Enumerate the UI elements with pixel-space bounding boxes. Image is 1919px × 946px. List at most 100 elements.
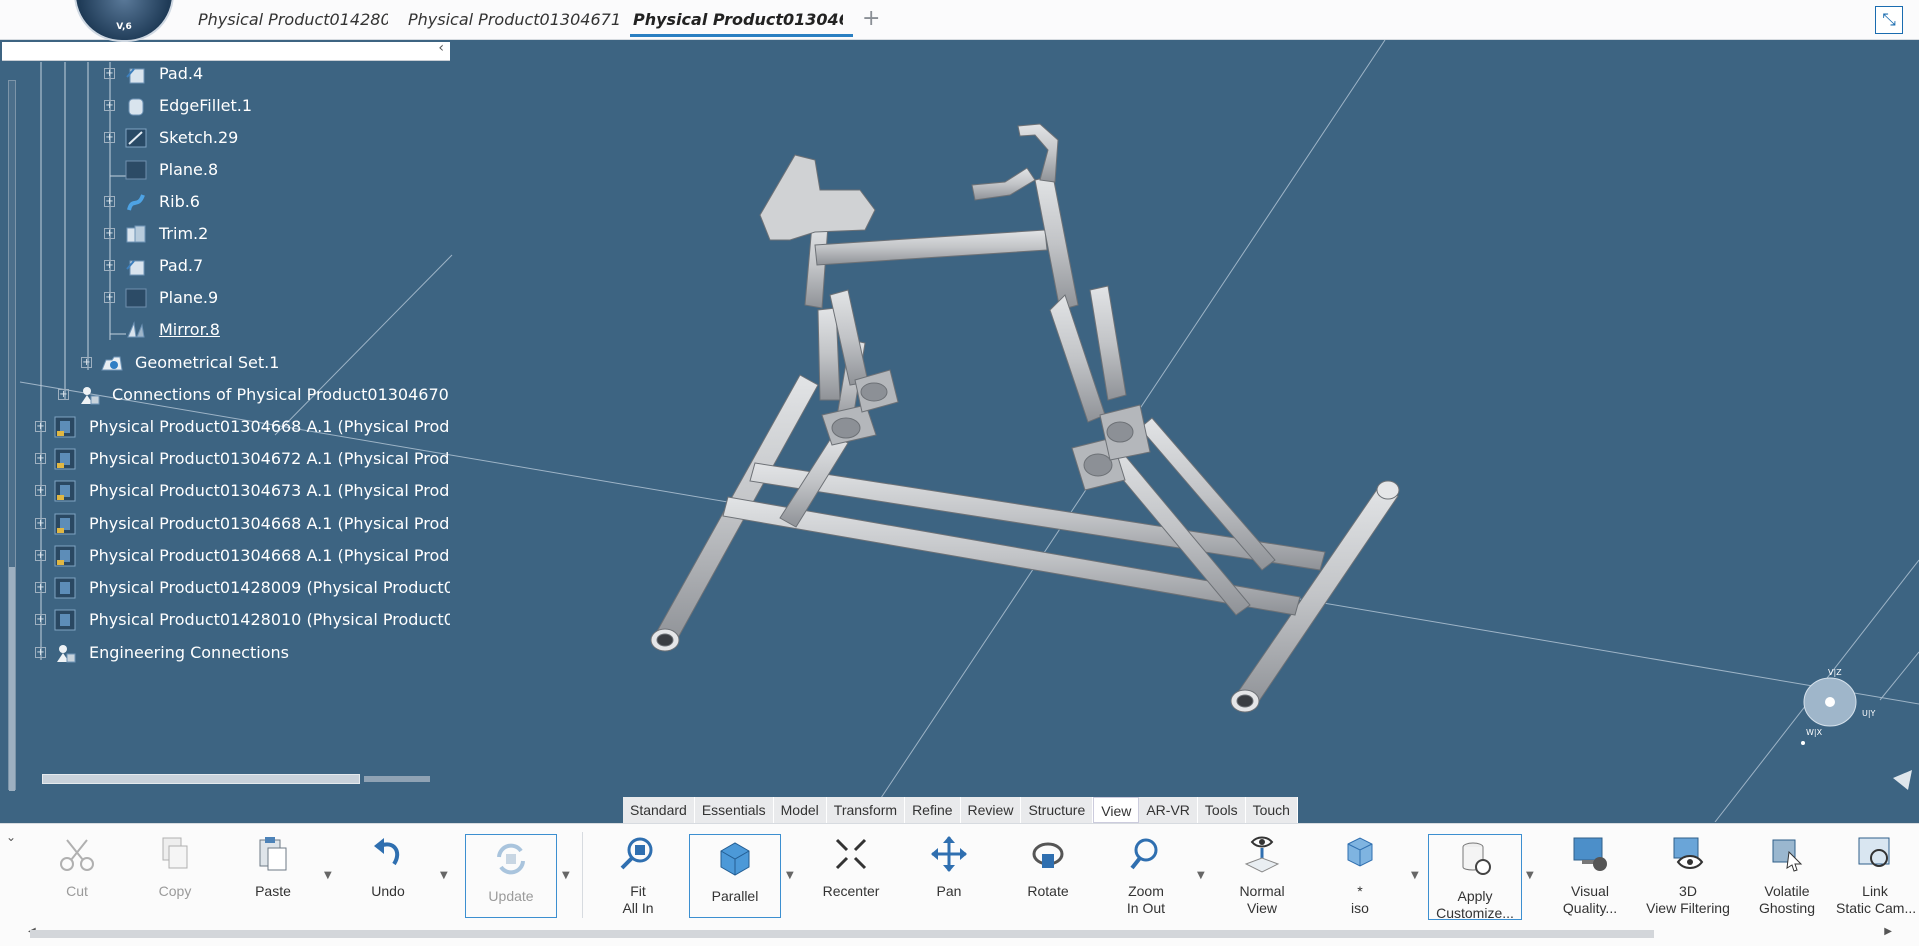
geometrical-set-icon [101,356,123,371]
expand-icon[interactable]: + [104,100,115,111]
tab-model[interactable]: Model [774,797,827,823]
tab-review[interactable]: Review [961,797,1022,823]
tree-node-physical-product01428010[interactable]: + Physical Product01428010 (Physical Pro… [0,608,450,632]
tab-physical-product01304671-a1[interactable]: Physical Product01304671 A.1 [408,10,624,29]
tab-view[interactable]: View [1093,797,1140,823]
3d-compass[interactable]: V|Z U|Y W|X [1801,668,1876,745]
rotate-button[interactable]: Rotate [1022,834,1074,924]
tree-node-physical-product01304668-b[interactable]: + Physical Product01304668 A.1 (Physical… [0,512,450,536]
expand-icon[interactable]: + [58,389,69,400]
add-tab-button[interactable]: + [862,6,880,31]
undo-dropdown-icon[interactable]: ▼ [440,870,448,881]
tab-physical-product01304671[interactable]: Physical Product01304671 [633,10,843,29]
expand-icon[interactable]: + [35,453,46,464]
ribbon-collapse-icon[interactable]: ⌄ [6,830,16,844]
action-bar: ⌄ Cut Copy Paste ▼ Undo ▼ Update ▼ Fit A… [0,823,1919,946]
tree-node-physical-product01304668-c[interactable]: + Physical Product01304668 A.1 (Physical… [0,544,450,568]
normal-view-button[interactable]: Normal View [1232,834,1292,924]
expand-icon[interactable]: + [104,68,115,79]
restore-window-button[interactable]: ⤡ [1875,6,1903,34]
paste-dropdown-icon[interactable]: ▼ [324,870,332,881]
apply-customize-button[interactable]: Apply Customize... [1428,834,1522,921]
tree-node-mirror-8[interactable]: Mirror.8 [0,318,450,342]
tree-node-plane-8[interactable]: Plane.8 [0,158,450,182]
scroll-right-icon[interactable]: ▶ [1884,926,1892,937]
tree-node-sketch-29[interactable]: + Sketch.29 [0,126,450,150]
mirror-icon [127,321,145,338]
tab-structure[interactable]: Structure [1021,797,1094,823]
expand-icon[interactable]: + [35,550,46,561]
cut-button[interactable]: Cut [52,834,102,924]
tab-transform[interactable]: Transform [827,797,906,823]
expand-icon[interactable]: + [81,357,92,368]
tree-node-physical-product01304668-a[interactable]: + Physical Product01304668 A.1 (Physical… [0,415,450,439]
tree-node-rib-6[interactable]: + Rib.6 [0,190,450,214]
update-label: Update [488,888,534,904]
normal-view-label-1: Normal [1239,883,1285,899]
iso-dropdown-icon[interactable]: ▼ [1411,870,1419,881]
expand-icon[interactable]: + [104,228,115,239]
zoom-dropdown-icon[interactable]: ▼ [1197,870,1205,881]
update-icon [497,843,525,875]
tree-node-label: Connections of Physical Product01304670.… [112,385,450,404]
normal-view-label-2: View [1246,900,1278,916]
expand-icon[interactable]: + [104,132,115,143]
tree-node-connections[interactable]: + Connections of Physical Product0130467… [0,383,450,407]
3d-view-filtering-button[interactable]: 3D View Filtering [1640,834,1736,924]
paste-icon [259,837,287,871]
expand-icon[interactable]: + [35,647,46,658]
tree-node-engineering-connections[interactable]: + Engineering Connections [0,641,450,665]
tree-node-physical-product01428009[interactable]: + Physical Product01428009 (Physical Pro… [0,576,450,600]
tab-ar-vr[interactable]: AR-VR [1139,797,1198,823]
tree-horizontal-scroll-track[interactable] [364,776,430,782]
pan-button[interactable]: Pan [924,834,974,924]
link-static-camera-button[interactable]: Link Static Cam... [1836,834,1916,924]
zoom-in-out-button[interactable]: Zoom In Out [1118,834,1174,924]
tab-essentials[interactable]: Essentials [695,797,774,823]
tab-standard[interactable]: Standard [623,797,695,823]
view-filtering-label-2: View Filtering [1646,900,1730,916]
parallel-button[interactable]: Parallel [689,834,781,918]
undo-button[interactable]: Undo [362,834,414,924]
tree-node-pad-7[interactable]: + Pad.7 [0,254,450,278]
ribbon-scroll-thumb[interactable] [30,930,1654,938]
visual-quality-button[interactable]: Visual Quality... [1560,834,1620,924]
tab-touch[interactable]: Touch [1246,797,1298,823]
fit-all-in-button[interactable]: Fit All In [612,834,664,924]
tree-horizontal-scroll-thumb[interactable] [42,774,360,784]
apply-dropdown-icon[interactable]: ▼ [1526,870,1534,881]
paste-button[interactable]: Paste [247,834,299,924]
iso-view-button[interactable]: * iso [1335,834,1385,924]
expand-icon[interactable]: + [104,260,115,271]
tree-node-physical-product01304672[interactable]: + Physical Product01304672 A.1 (Physical… [0,447,450,471]
expand-icon[interactable]: + [35,582,46,593]
update-button[interactable]: Update [465,834,557,918]
expand-icon[interactable]: + [35,518,46,529]
compass-label-u: U|Y [1862,709,1876,718]
tab-physical-product01428001[interactable]: Physical Product01428001 [198,10,388,29]
expand-icon[interactable]: + [104,196,115,207]
recenter-button[interactable]: Recenter [822,834,880,924]
expand-icon[interactable]: + [35,614,46,625]
volatile-ghosting-button[interactable]: Volatile Ghosting [1756,834,1818,924]
tree-node-geometrical-set-1[interactable]: + Geometrical Set.1 [0,351,450,375]
tab-refine[interactable]: Refine [905,797,961,823]
ribbon-horizontal-scrollbar[interactable]: ◀ ▶ [28,926,1892,940]
tree-node-pad-4[interactable]: + Pad.4 [0,62,450,86]
copy-button[interactable]: Copy [150,834,200,924]
parallel-dropdown-icon[interactable]: ▼ [786,870,794,881]
expand-icon[interactable]: + [35,485,46,496]
tree-node-edgefillet-1[interactable]: + EdgeFillet.1 [0,94,450,118]
tree-node-trim-2[interactable]: + Trim.2 [0,222,450,246]
expand-icon[interactable]: + [35,421,46,432]
recenter-icon [835,838,867,870]
tree-node-label: Physical Product01304668 A.1 (Physical P… [89,546,450,565]
frame-model[interactable] [650,123,1400,713]
compass-logo[interactable]: V,6 [74,0,174,42]
tab-tools[interactable]: Tools [1198,797,1246,823]
tree-node-plane-9[interactable]: + Plane.9 [0,286,450,310]
expand-icon[interactable]: + [104,292,115,303]
tree-node-physical-product01304673[interactable]: + Physical Product01304673 A.1 (Physical… [0,479,450,503]
update-dropdown-icon[interactable]: ▼ [562,870,570,881]
tree-horizontal-scrollbar[interactable] [42,774,430,784]
